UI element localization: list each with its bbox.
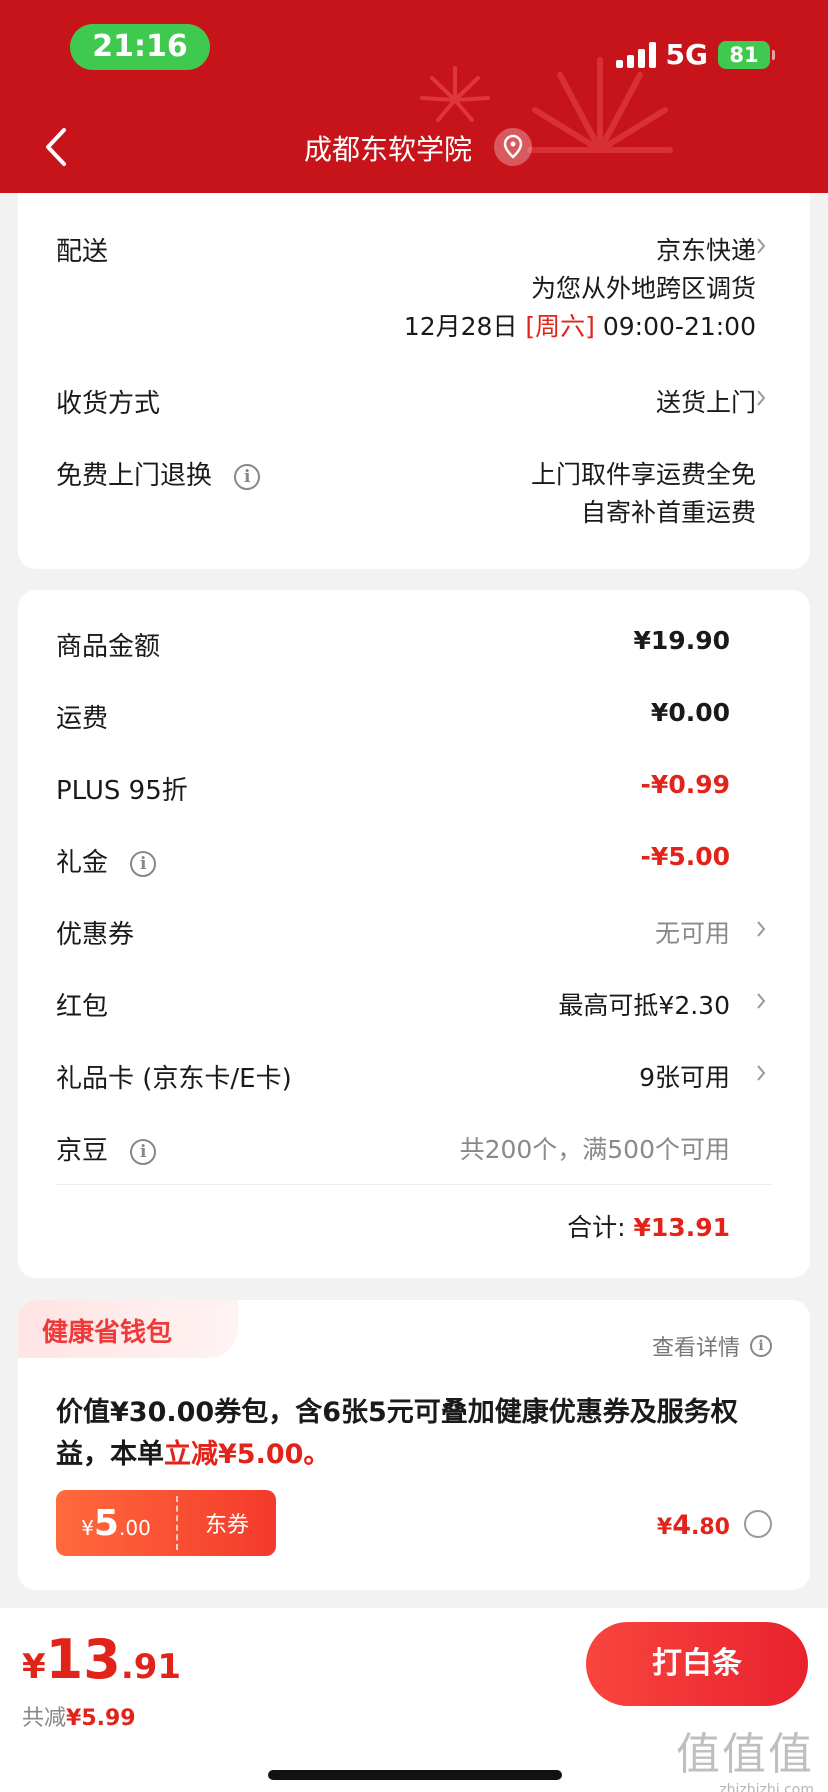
health-wallet-desc-highlight: 立减¥5.00。 — [164, 1439, 331, 1470]
pay-button[interactable]: 打白条 — [586, 1622, 808, 1706]
goods-amount-label: 商品金额 — [56, 632, 161, 662]
health-wallet-price: ¥4.80 — [657, 1510, 730, 1541]
delivery-date: 12月28日 — [403, 312, 518, 341]
coupon-amount: ¥5.00 — [56, 1503, 176, 1544]
health-wallet-description: 价值¥30.00券包，含6张5元可叠加健康优惠券及服务权益，本单立减¥5.00。 — [56, 1392, 776, 1476]
goods-amount-value: ¥19.90 — [633, 626, 730, 655]
shipping-value: ¥0.00 — [650, 698, 730, 727]
gift-card-label: 礼品卡 (京东卡/E卡) — [56, 1064, 292, 1094]
jingdou-label-text: 京豆 — [56, 1136, 109, 1166]
info-icon[interactable]: i — [130, 850, 157, 877]
gift-money-label-text: 礼金 — [56, 848, 109, 878]
delivery-time: 12月28日 [周六] 09:00-21:00 — [404, 307, 756, 343]
status-indicators: 5G 81 — [615, 38, 775, 71]
total-label: 合计: — [567, 1213, 626, 1242]
battery-icon: 81 — [718, 40, 775, 69]
page-title: 成都东软学院 — [303, 133, 472, 166]
health-wallet-tag: 健康省钱包 — [18, 1300, 238, 1358]
free-return-label-text: 免费上门退换 — [56, 461, 213, 491]
checkout-bar: ¥13.91 共减¥5.99 打白条 值值值 zhizhizhi.com — [0, 1608, 828, 1792]
chevron-right-icon[interactable] — [756, 992, 766, 1010]
delivery-note: 为您从外地跨区调货 — [530, 274, 756, 303]
wallet-price-int: 4 — [672, 1510, 692, 1541]
signal-icon — [615, 41, 656, 68]
wallet-price-dec: .80 — [691, 1515, 730, 1540]
delivery-label: 配送 — [56, 237, 109, 267]
info-icon[interactable]: i — [130, 1138, 157, 1165]
coupon-currency: ¥ — [81, 1515, 94, 1540]
chevron-right-icon[interactable] — [756, 920, 766, 938]
watermark: 值值值 zhizhizhi.com — [676, 1718, 814, 1792]
coupon-int: 5 — [93, 1502, 119, 1544]
header-bar: 21:16 5G 81 成都东软学院 — [0, 0, 828, 193]
delivery-weekday: [周六] — [525, 312, 595, 341]
health-wallet-desc-main: 价值¥30.00券包，含6张5元可叠加健康优惠券及服务权益，本单 — [56, 1397, 738, 1470]
chevron-right-icon[interactable] — [756, 389, 766, 407]
free-return-line1: 上门取件享运费全免 — [530, 460, 756, 489]
coupon-dec: .00 — [118, 1515, 151, 1540]
delivery-time-window: 09:00-21:00 — [602, 312, 756, 341]
red-packet-label: 红包 — [56, 992, 109, 1022]
divider — [56, 1184, 772, 1185]
pay-total-dec: .91 — [120, 1647, 182, 1687]
plus-discount-value: -¥0.99 — [640, 770, 730, 799]
info-icon: i — [750, 1335, 772, 1357]
saved-label: 共减 — [22, 1706, 67, 1731]
pay-total-int: 13 — [45, 1628, 121, 1691]
chevron-right-icon[interactable] — [756, 1064, 766, 1082]
coupon-value[interactable]: 无可用 — [655, 914, 730, 950]
health-wallet-card: 健康省钱包 查看详情 i 价值¥30.00券包，含6张5元可叠加健康优惠券及服务… — [18, 1300, 810, 1590]
gift-money-value: -¥5.00 — [640, 842, 730, 871]
view-details-text: 查看详情 — [651, 1336, 740, 1361]
status-time: 21:16 — [70, 24, 210, 70]
network-type: 5G — [665, 38, 708, 71]
watermark-logo: 值值值 — [676, 1729, 814, 1780]
delivery-card: 配送 京东快递 为您从外地跨区调货 12月28日 [周六] 09:00-21:0… — [18, 193, 810, 569]
coupon-chip: ¥5.00 东券 — [56, 1490, 276, 1556]
free-return-line2: 自寄补首重运费 — [580, 498, 756, 527]
battery-level: 81 — [729, 42, 759, 67]
watermark-url: zhizhizhi.com — [719, 1782, 814, 1792]
saved-value: ¥5.99 — [66, 1706, 136, 1731]
gift-money-label: 礼金 i — [56, 842, 157, 879]
red-packet-value[interactable]: 最高可抵¥2.30 — [558, 986, 730, 1022]
jingdou-label: 京豆 i — [56, 1130, 157, 1167]
jingdou-value: 共200个，满500个可用 — [459, 1135, 730, 1164]
chevron-right-icon[interactable] — [756, 237, 766, 255]
home-indicator[interactable] — [268, 1770, 562, 1780]
firework-decoration — [420, 66, 490, 122]
shipping-label: 运费 — [56, 704, 109, 734]
receive-method-label: 收货方式 — [56, 389, 161, 419]
location-icon[interactable] — [494, 128, 532, 166]
total-row: 合计: ¥13.91 — [567, 1208, 730, 1244]
health-wallet-title: 健康省钱包 — [42, 1318, 173, 1348]
receive-method-value[interactable]: 送货上门 — [656, 383, 756, 419]
pay-total-currency: ¥ — [22, 1647, 46, 1687]
info-icon[interactable]: i — [234, 463, 261, 490]
gift-card-value[interactable]: 9张可用 — [639, 1058, 730, 1094]
pay-total: ¥13.91 — [22, 1628, 181, 1691]
plus-discount-label: PLUS 95折 — [56, 776, 188, 806]
price-summary-card: 商品金额 ¥19.90 运费 ¥0.00 PLUS 95折 -¥0.99 礼金 … — [18, 590, 810, 1278]
total-value: ¥13.91 — [633, 1213, 730, 1242]
delivery-carrier[interactable]: 京东快递 — [656, 231, 756, 267]
coupon-type: 东券 — [204, 1513, 249, 1538]
wallet-price-currency: ¥ — [656, 1515, 673, 1540]
view-details-link[interactable]: 查看详情 i — [652, 1330, 772, 1362]
saved-amount: 共减¥5.99 — [22, 1700, 136, 1732]
health-wallet-radio[interactable] — [744, 1510, 772, 1538]
coupon-label: 优惠券 — [56, 920, 135, 950]
free-return-label: 免费上门退换 i — [56, 455, 261, 492]
